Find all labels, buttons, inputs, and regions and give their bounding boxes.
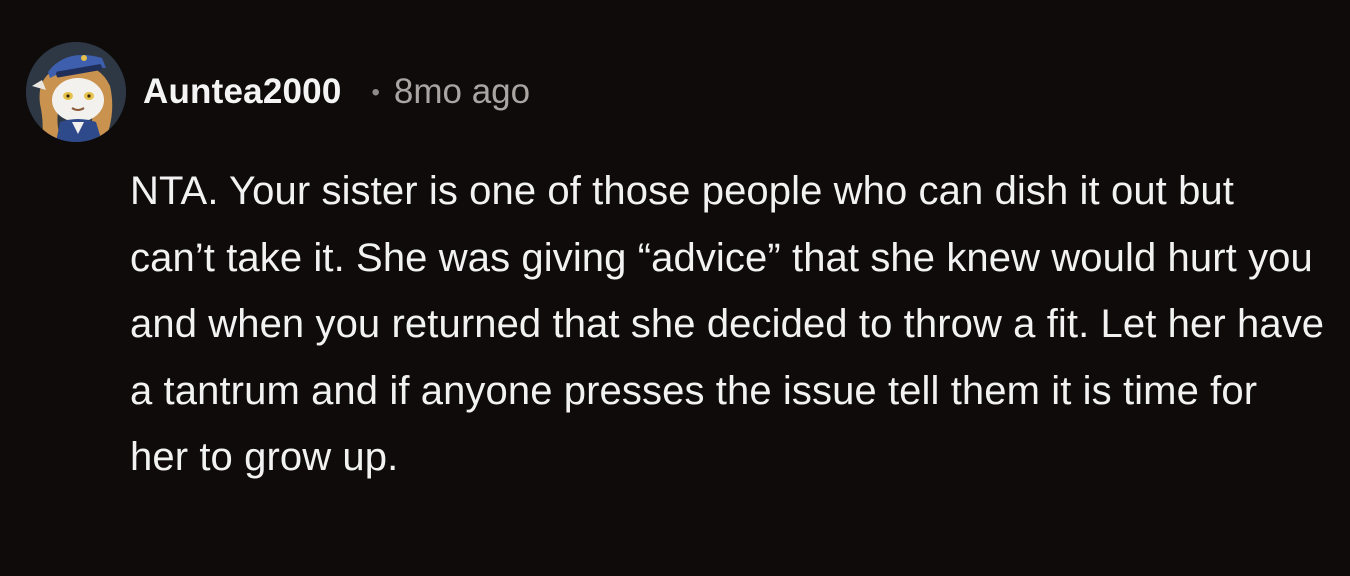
snoo-avatar-icon[interactable] [26,42,126,142]
comment-body: NTA. Your sister is one of those people … [130,169,1325,479]
username-link[interactable]: Auntea2000 [143,72,341,112]
comment: Auntea2000 • 8mo ago NTA. Your sister is… [0,0,1350,576]
meta-separator: • [371,79,380,106]
comment-header: Auntea2000 • 8mo ago [143,70,530,114]
timestamp[interactable]: 8mo ago [394,72,530,112]
